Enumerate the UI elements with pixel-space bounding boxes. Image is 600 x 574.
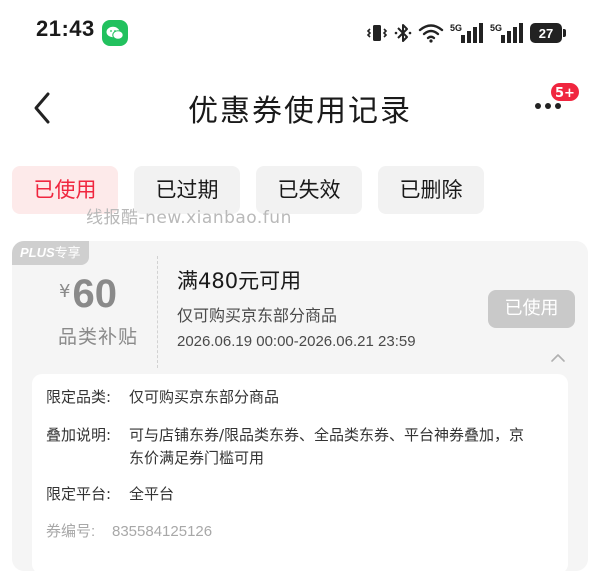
chevron-up-icon[interactable]: [550, 349, 566, 362]
wifi-icon: [418, 23, 444, 43]
wechat-icon: [102, 20, 128, 46]
detail-label-category: 限定品类:: [46, 388, 112, 406]
status-time: 21:43: [36, 16, 95, 41]
signal-icon: 5G: [450, 22, 484, 44]
signal-icon: 5G: [490, 22, 524, 44]
detail-label-coupon-id: 券编号:: [46, 523, 96, 540]
detail-label-platform: 限定平台:: [46, 485, 112, 503]
vibrate-icon: [366, 23, 388, 43]
status-icons: 5G 5G 27: [366, 18, 566, 48]
plus-tag-brand: PLUS: [20, 245, 55, 260]
detail-value-category: 仅可购买京东部分商品: [129, 388, 280, 406]
message-badge: 5+: [549, 81, 581, 103]
detail-label-stacking: 叠加说明:: [46, 426, 112, 444]
category-label: 品类补贴: [57, 326, 138, 348]
tab-deleted[interactable]: 已删除: [378, 166, 484, 214]
currency-symbol: ¥: [59, 281, 71, 302]
detail-value-coupon-id[interactable]: 835584125126: [112, 520, 512, 543]
detail-value-stacking: 可与店铺东券/限品类东券、全品类东券、平台神券叠加，京东价满足券门槛可用: [129, 426, 525, 467]
plus-tag: PLUS专享: [12, 241, 89, 265]
detail-value-platform: 全平台: [129, 485, 175, 503]
page-title: 优惠券使用记录: [188, 94, 412, 129]
used-status-button[interactable]: 已使用: [488, 290, 575, 328]
coupon-scope: 仅可购买京东部分商品: [177, 306, 338, 325]
amount-value: 60: [72, 272, 117, 316]
coupon-condition: 满480元可用: [177, 269, 302, 293]
dashed-divider: [157, 256, 158, 368]
bluetooth-icon: [394, 22, 412, 44]
battery-icon: 27: [530, 23, 566, 43]
coupon-amount: ¥60: [20, 272, 156, 317]
watermark: 线报酷-new.xianbao.fun: [86, 208, 292, 228]
coupon-validity: 2026.06.19 00:00-2026.06.21 23:59: [177, 333, 416, 350]
plus-tag-suffix: 专享: [54, 246, 81, 261]
